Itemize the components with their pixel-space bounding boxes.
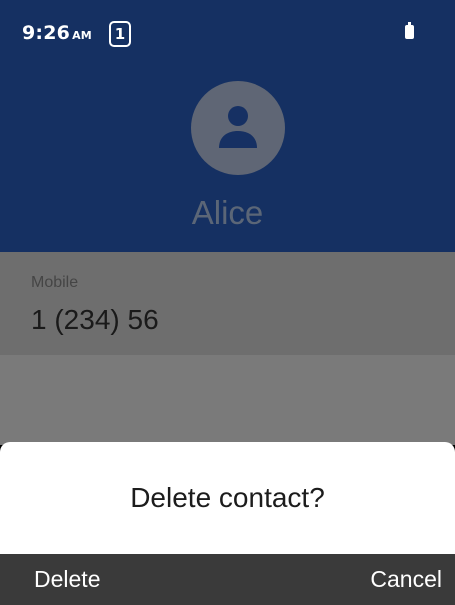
time-text: 9:26 — [22, 22, 71, 44]
contact-name: Alice — [191, 194, 264, 231]
phone-number-value: 1 (234) 56 — [31, 304, 159, 335]
content-empty-area — [0, 355, 455, 445]
person-icon — [219, 106, 257, 148]
contact-header: 9:26 AM 1 Alice — [0, 0, 455, 252]
avatar — [191, 81, 285, 175]
time-ampm: AM — [72, 29, 92, 42]
battery-icon — [405, 22, 414, 39]
status-time: 9:26 AM — [22, 22, 92, 44]
delete-confirm-dialog: Delete contact? — [0, 442, 455, 554]
delete-button[interactable]: Delete — [34, 566, 100, 593]
phone-type-label: Mobile — [31, 274, 79, 291]
dialog-title: Delete contact? — [130, 482, 325, 513]
notification-count-badge: 1 — [109, 21, 131, 47]
status-bar: 9:26 AM 1 — [0, 0, 455, 56]
phone-detail-row[interactable]: Mobile 1 (234) 56 — [0, 252, 455, 355]
screen: 9:26 AM 1 Alice Mobile 1 (234) 56 Delete … — [0, 0, 455, 605]
cancel-button[interactable]: Cancel — [370, 566, 442, 593]
softkey-bar: Delete Cancel — [0, 554, 455, 605]
